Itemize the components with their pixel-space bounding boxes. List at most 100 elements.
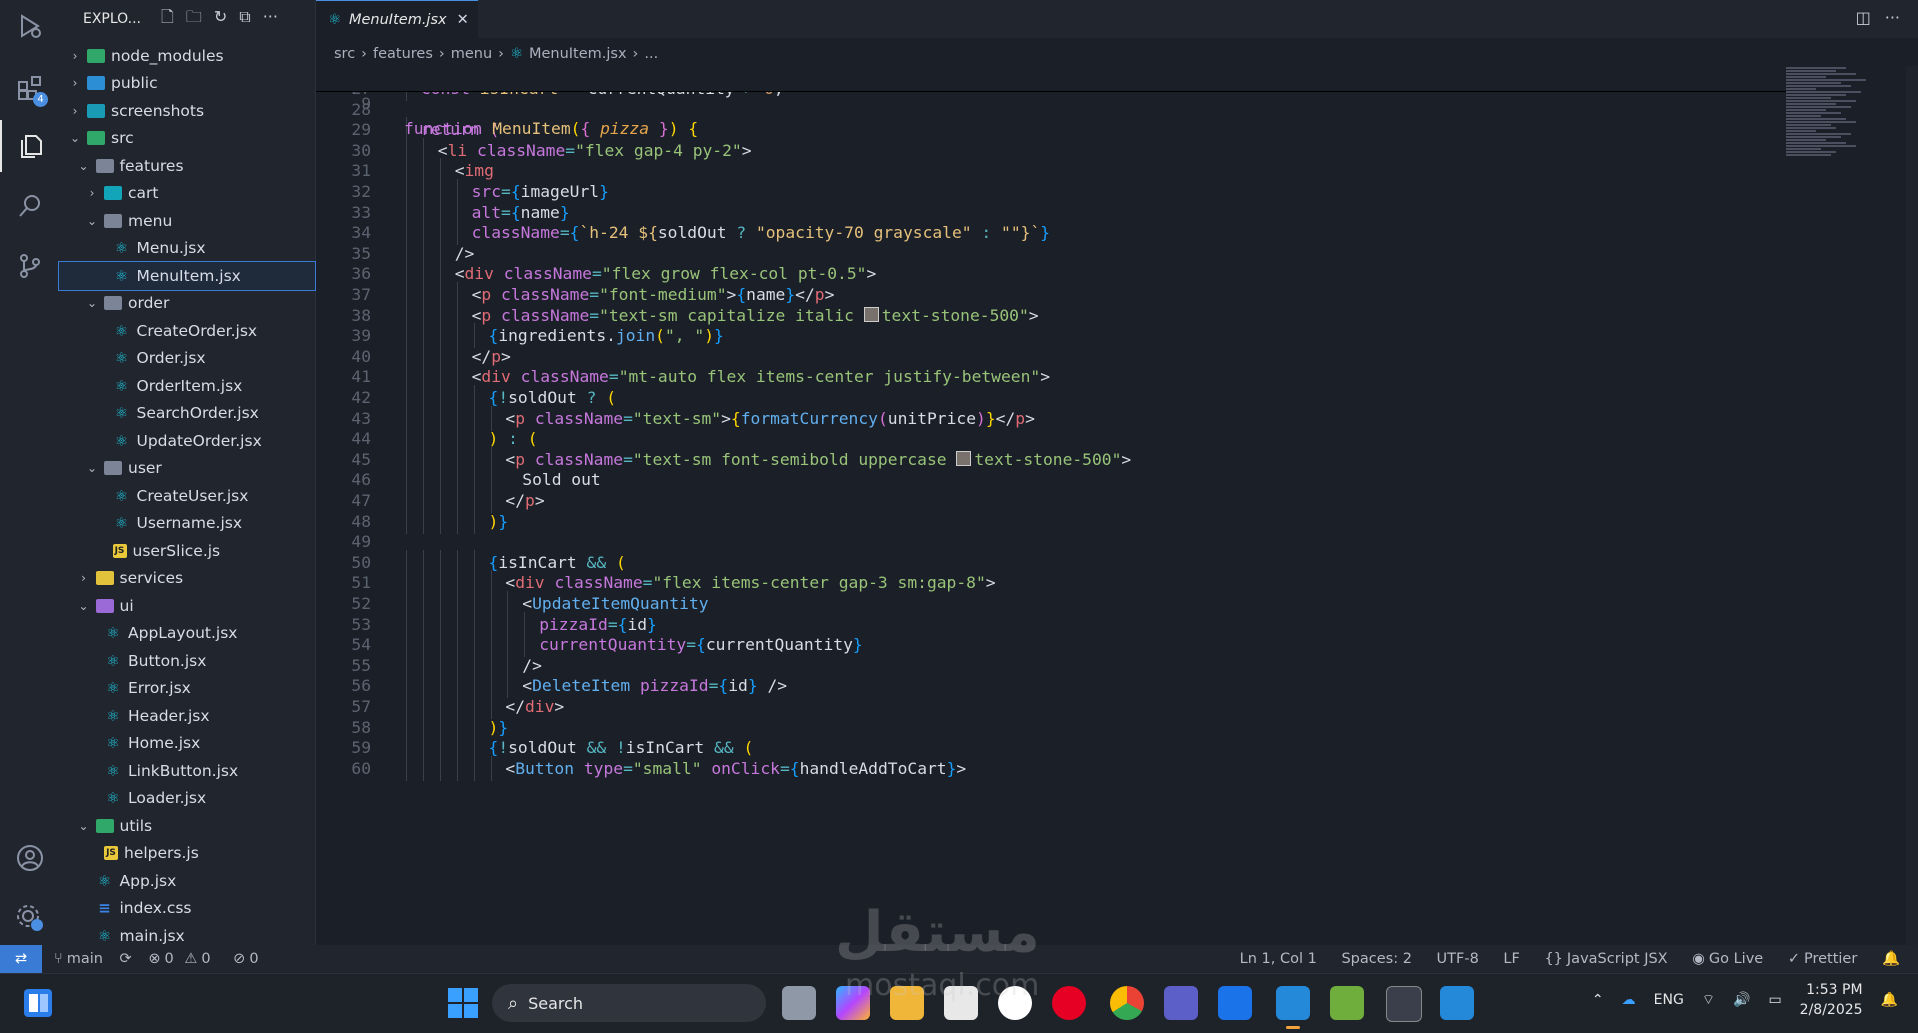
bell-icon[interactable]: 🔔 — [1882, 951, 1900, 967]
prettier-button[interactable]: Prettier — [1804, 951, 1857, 967]
more-actions-icon[interactable]: ··· — [1885, 8, 1900, 27]
tree-folder[interactable]: ⌄ user — [59, 455, 315, 483]
paint-icon[interactable] — [1330, 986, 1364, 1020]
tree-file[interactable]: ⚛ Header.jsx — [59, 702, 315, 730]
tree-file[interactable]: ⚛ Home.jsx — [59, 730, 315, 758]
explorer-icon[interactable] — [0, 120, 59, 172]
new-folder-icon[interactable]: 🗀 — [186, 7, 202, 26]
tree-file[interactable]: ⚛ OrderItem.jsx — [59, 372, 315, 400]
tree-file[interactable]: JS userSlice.js — [59, 537, 315, 565]
breadcrumb-item[interactable]: src — [334, 46, 355, 62]
tree-file[interactable]: ⚛ App.jsx — [59, 867, 315, 895]
tree-file[interactable]: ⚛ CreateOrder.jsx — [59, 317, 315, 345]
go-live-button[interactable]: Go Live — [1709, 951, 1763, 967]
chevron-up-icon[interactable]: ⌃ — [1592, 992, 1604, 1008]
more-actions-icon[interactable]: ··· — [263, 7, 278, 26]
tree-folder[interactable]: ⌄ features — [59, 152, 315, 180]
taskbar-search[interactable]: ⌕ Search — [492, 984, 766, 1022]
close-icon[interactable]: ✕ — [457, 12, 469, 28]
extensions-icon[interactable]: 4 — [0, 62, 59, 114]
breadcrumb-item[interactable]: features — [373, 46, 433, 62]
tree-file[interactable]: ⚛ Menu.jsx — [59, 235, 315, 263]
cursor-position[interactable]: Ln 1, Col 1 — [1240, 951, 1317, 967]
volume-icon[interactable]: 🔊 — [1733, 992, 1750, 1008]
tree-item-label: user — [128, 459, 162, 478]
tree-file[interactable]: ⚛ AppLayout.jsx — [59, 620, 315, 648]
breadcrumb: src › features › menu › ⚛ MenuItem.jsx › ... — [316, 42, 658, 66]
tree-folder[interactable]: ⌄ ui — [59, 592, 315, 620]
clock[interactable]: 1:53 PM 2/8/2025 — [1800, 980, 1863, 1020]
code-editor[interactable]: 9 function MenuItem({ pizza }) { 27const… — [316, 66, 1786, 946]
tab-label: MenuItem.jsx — [349, 11, 447, 28]
run-debug-icon[interactable] — [0, 0, 59, 52]
tree-file[interactable]: ⚛ SearchOrder.jsx — [59, 400, 315, 428]
sticky-scroll-line[interactable]: 9 function MenuItem({ pizza }) { — [316, 66, 1786, 138]
tree-file[interactable]: ≡ index.css — [59, 895, 315, 923]
tree-folder[interactable]: ⌄ utils — [59, 812, 315, 840]
tree-file[interactable]: ⚛ Username.jsx — [59, 510, 315, 538]
refresh-icon[interactable]: ↻ — [214, 7, 227, 26]
collapse-all-icon[interactable]: ⧉ — [239, 7, 250, 26]
remote-icon[interactable]: ⇄ — [0, 945, 42, 973]
breadcrumb-item[interactable]: menu — [451, 46, 492, 62]
search-icon[interactable] — [0, 180, 59, 232]
tree-folder[interactable]: ⌄ menu — [59, 207, 315, 235]
widgets-icon[interactable] — [22, 987, 54, 1019]
tree-file[interactable]: ⚛ LinkButton.jsx — [59, 757, 315, 785]
react-file-icon: ⚛ — [97, 871, 112, 890]
tree-item-label: SearchOrder.jsx — [136, 404, 259, 423]
tree-file[interactable]: ⚛ Button.jsx — [59, 647, 315, 675]
language-indicator[interactable]: ENG — [1654, 992, 1684, 1008]
source-control-icon[interactable] — [0, 240, 59, 292]
tree-file[interactable]: ⚛ Order.jsx — [59, 345, 315, 373]
tree-file[interactable]: ⚛ Loader.jsx — [59, 785, 315, 813]
breadcrumb-item[interactable]: ... — [644, 46, 658, 62]
wifi-icon[interactable]: ⌔ — [1702, 991, 1715, 1009]
vertical-scrollbar[interactable] — [1906, 66, 1918, 946]
tree-folder[interactable]: › services — [59, 565, 315, 593]
terminal-icon[interactable] — [1386, 986, 1422, 1022]
new-file-icon[interactable]: 🗋 — [161, 7, 174, 26]
notification-bell-icon[interactable]: 🔔 — [1881, 992, 1898, 1008]
indentation[interactable]: Spaces: 2 — [1341, 951, 1411, 967]
branch-icon: ⑂ — [54, 951, 63, 967]
folder-icon — [87, 131, 105, 146]
account-icon[interactable] — [0, 832, 59, 884]
pinterest-icon[interactable] — [1052, 986, 1086, 1020]
battery-icon[interactable]: ▭ — [1768, 992, 1781, 1008]
azure-data-studio-icon[interactable] — [1218, 986, 1252, 1020]
tree-file[interactable]: ⚛ Error.jsx — [59, 675, 315, 703]
branch-name[interactable]: main — [67, 951, 103, 967]
tree-file[interactable]: JS helpers.js — [59, 840, 315, 868]
onedrive-icon[interactable]: ☁ — [1622, 992, 1636, 1008]
tree-folder[interactable]: › screenshots — [59, 97, 315, 125]
warning-count[interactable]: 0 — [201, 951, 210, 967]
encoding[interactable]: UTF-8 — [1437, 951, 1479, 967]
chrome-icon[interactable] — [1110, 986, 1144, 1020]
tree-folder[interactable]: › public — [59, 70, 315, 98]
tab-menuitem[interactable]: ⚛ MenuItem.jsx ✕ — [316, 0, 478, 38]
vscode-insiders-icon[interactable] — [1440, 986, 1474, 1020]
sync-icon[interactable]: ⟳ — [120, 951, 132, 967]
teams-icon[interactable] — [1164, 986, 1198, 1020]
tree-folder[interactable]: ⌄ order — [59, 290, 315, 318]
folder-icon — [87, 48, 105, 63]
language-mode[interactable]: JavaScript JSX — [1567, 951, 1668, 967]
tree-folder[interactable]: ⌄ src — [59, 125, 315, 153]
line-endings[interactable]: LF — [1503, 951, 1519, 967]
minimap[interactable] — [1786, 66, 1906, 206]
windows-start-icon[interactable] — [446, 986, 480, 1020]
tree-folder[interactable]: › cart — [59, 180, 315, 208]
ports-count[interactable]: 0 — [249, 951, 258, 967]
breadcrumb-item[interactable]: MenuItem.jsx — [529, 46, 627, 62]
minimap-line — [1786, 130, 1816, 132]
tree-file[interactable]: ⚛ UpdateOrder.jsx — [59, 427, 315, 455]
tree-folder[interactable]: › node_modules — [59, 42, 315, 70]
error-count[interactable]: 0 — [164, 951, 173, 967]
vscode-icon[interactable] — [1276, 986, 1310, 1020]
tree-file[interactable]: ⚛ MenuItem.jsx — [58, 261, 316, 291]
task-view-icon[interactable] — [782, 986, 816, 1020]
split-editor-icon[interactable]: ◫ — [1856, 8, 1871, 27]
manage-gear-icon[interactable] — [0, 892, 59, 944]
tree-file[interactable]: ⚛ CreateUser.jsx — [59, 482, 315, 510]
